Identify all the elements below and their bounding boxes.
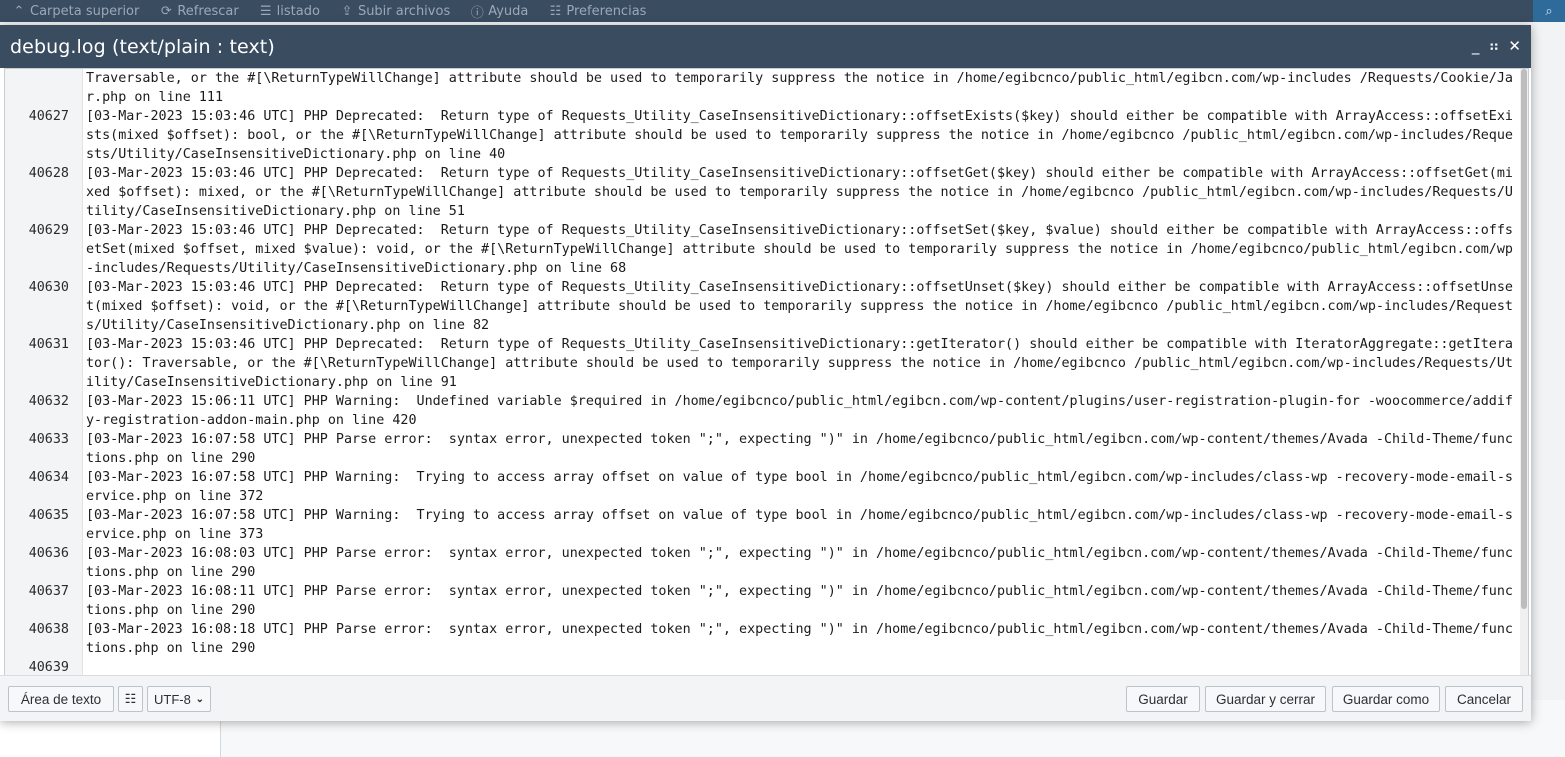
line-text: [03-Mar-2023 16:07:58 UTC] PHP Parse err… bbox=[86, 432, 1513, 466]
dialog-footer: Área de texto ☷ UTF-8 ⌄ Guardar Guardar … bbox=[0, 675, 1531, 721]
upload-files-button[interactable]: ⇪ Subir archivos bbox=[340, 4, 450, 19]
line-text: [03-Mar-2023 15:03:46 UTC] PHP Deprecate… bbox=[86, 109, 1513, 162]
window-controls: _ ⠶ ✕ bbox=[1472, 25, 1521, 68]
editor-settings-button[interactable]: ☷ bbox=[118, 686, 143, 712]
close-button[interactable]: ✕ bbox=[1508, 39, 1521, 54]
refresh-icon: ⟳ bbox=[160, 3, 172, 19]
save-button[interactable]: Guardar bbox=[1126, 686, 1200, 712]
minimize-button[interactable]: _ bbox=[1472, 39, 1480, 54]
line-text: [03-Mar-2023 16:07:58 UTC] PHP Warning: … bbox=[86, 470, 1513, 504]
line-number: 40633 bbox=[28, 432, 69, 447]
code-line: 40637 [03-Mar-2023 16:08:11 UTC] PHP Pars… bbox=[5, 582, 1515, 620]
encoding-value: UTF-8 bbox=[154, 691, 191, 707]
upload-files-label: Subir archivos bbox=[357, 3, 451, 19]
line-text: [03-Mar-2023 16:08:03 UTC] PHP Parse err… bbox=[86, 546, 1513, 580]
refresh-button[interactable]: ⟳ Refrescar bbox=[159, 3, 239, 19]
help-label: Ayuda bbox=[488, 3, 529, 19]
cancel-button[interactable]: Cancelar bbox=[1445, 686, 1523, 712]
line-number: 40629 bbox=[28, 223, 69, 238]
code-line: 40632 [03-Mar-2023 15:06:11 UTC] PHP Warn… bbox=[5, 392, 1515, 430]
line-text: Traversable, or the #[\ReturnTypeWillCha… bbox=[86, 71, 1513, 105]
line-text: [03-Mar-2023 15:03:46 UTC] PHP Deprecate… bbox=[86, 166, 1513, 219]
code-line: 40628 [03-Mar-2023 15:03:46 UTC] PHP Depr… bbox=[5, 164, 1515, 221]
line-number: 40632 bbox=[28, 394, 69, 409]
scrollbar-thumb[interactable] bbox=[1521, 69, 1527, 609]
list-view-button[interactable]: ☰ listado bbox=[259, 4, 320, 19]
search-button[interactable]: ⌕ bbox=[1533, 0, 1565, 22]
line-number: 40634 bbox=[28, 470, 69, 485]
save-and-close-button[interactable]: Guardar y cerrar bbox=[1205, 686, 1326, 712]
sliders-icon: ☷ bbox=[124, 691, 137, 706]
code-line: 40631 [03-Mar-2023 15:03:46 UTC] PHP Depr… bbox=[5, 335, 1515, 392]
chevron-up-icon: ⌃ bbox=[13, 3, 25, 19]
code-editor[interactable]: Traversable, or the #[\ReturnTypeWillCha… bbox=[4, 68, 1529, 677]
line-text: [03-Mar-2023 15:03:46 UTC] PHP Deprecate… bbox=[86, 337, 1513, 390]
vertical-scrollbar[interactable] bbox=[1520, 69, 1528, 676]
line-number: 40628 bbox=[28, 166, 69, 181]
line-text: [03-Mar-2023 15:06:11 UTC] PHP Warning: … bbox=[86, 394, 1513, 428]
encoding-select[interactable]: UTF-8 ⌄ bbox=[147, 686, 211, 712]
code-line: 40634 [03-Mar-2023 16:07:58 UTC] PHP Warn… bbox=[5, 468, 1515, 506]
line-number: 40631 bbox=[28, 337, 69, 352]
code-line: 40635 [03-Mar-2023 16:07:58 UTC] PHP Warn… bbox=[5, 506, 1515, 544]
save-as-button[interactable]: Guardar como bbox=[1332, 686, 1440, 712]
line-number: 40630 bbox=[28, 280, 69, 295]
line-text: [03-Mar-2023 16:08:11 UTC] PHP Parse err… bbox=[86, 584, 1513, 618]
line-text: [03-Mar-2023 16:08:18 UTC] PHP Parse err… bbox=[86, 622, 1513, 656]
refresh-label: Refrescar bbox=[177, 3, 239, 19]
list-icon: ☰ bbox=[259, 3, 272, 19]
upload-icon: ⇪ bbox=[341, 3, 353, 19]
parent-folder-label: Carpeta superior bbox=[30, 3, 140, 19]
code-content[interactable]: Traversable, or the #[\ReturnTypeWillCha… bbox=[5, 69, 1515, 676]
help-icon: ⓘ bbox=[470, 5, 484, 21]
line-number: 40637 bbox=[28, 584, 69, 599]
dialog-titlebar[interactable]: debug.log (text/plain : text) _ ⠶ ✕ bbox=[0, 25, 1531, 68]
list-view-label: listado bbox=[276, 3, 320, 19]
line-text: [03-Mar-2023 15:03:46 UTC] PHP Deprecate… bbox=[86, 280, 1513, 333]
code-line: 40629 [03-Mar-2023 15:03:46 UTC] PHP Depr… bbox=[5, 221, 1515, 278]
code-line: 40636 [03-Mar-2023 16:08:03 UTC] PHP Pars… bbox=[5, 544, 1515, 582]
chevron-down-icon: ⌄ bbox=[195, 693, 204, 705]
search-icon: ⌕ bbox=[1545, 3, 1553, 19]
file-manager-toolbar: ⌃ Carpeta superior ⟳ Refrescar ☰ listado… bbox=[0, 0, 1565, 22]
line-number: 40638 bbox=[28, 622, 69, 637]
dialog-title: debug.log (text/plain : text) bbox=[10, 35, 275, 58]
code-line: 40627 [03-Mar-2023 15:03:46 UTC] PHP Depr… bbox=[5, 107, 1515, 164]
preferences-button[interactable]: ☷ Preferencias bbox=[548, 3, 647, 19]
preferences-label: Preferencias bbox=[566, 3, 647, 19]
code-line: 40638 [03-Mar-2023 16:08:18 UTC] PHP Pars… bbox=[5, 620, 1515, 658]
maximize-button[interactable]: ⠶ bbox=[1488, 39, 1499, 54]
line-number: 40636 bbox=[28, 546, 69, 561]
line-text: [03-Mar-2023 15:03:46 UTC] PHP Deprecate… bbox=[86, 223, 1513, 276]
line-number: 40627 bbox=[28, 109, 69, 124]
line-number: 40635 bbox=[28, 508, 69, 523]
textarea-mode-button[interactable]: Área de texto bbox=[8, 686, 114, 712]
code-line: Traversable, or the #[\ReturnTypeWillCha… bbox=[5, 69, 1515, 107]
code-line: 40630 [03-Mar-2023 15:03:46 UTC] PHP Depr… bbox=[5, 278, 1515, 335]
help-button[interactable]: ⓘ Ayuda bbox=[470, 2, 529, 21]
line-text: [03-Mar-2023 16:07:58 UTC] PHP Warning: … bbox=[86, 508, 1513, 542]
sliders-icon: ☷ bbox=[549, 3, 562, 19]
parent-folder-button[interactable]: ⌃ Carpeta superior bbox=[12, 3, 140, 19]
code-line: 40633 [03-Mar-2023 16:07:58 UTC] PHP Pars… bbox=[5, 430, 1515, 468]
file-editor-dialog: debug.log (text/plain : text) _ ⠶ ✕ Trav… bbox=[0, 25, 1531, 721]
